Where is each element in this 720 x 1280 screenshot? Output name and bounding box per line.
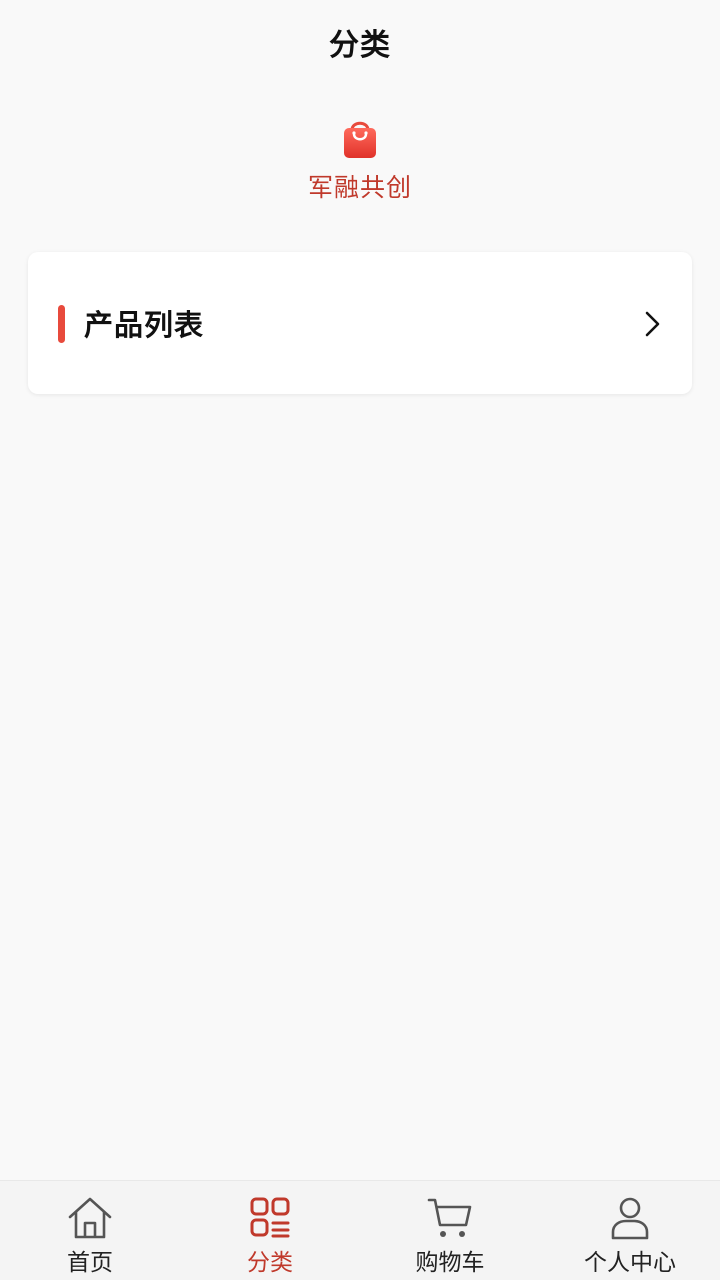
tab-label-home: 首页 bbox=[67, 1250, 113, 1276]
tab-label-profile: 个人中心 bbox=[584, 1250, 676, 1276]
bottom-tab-bar: 首页 分类 购物车 个人中心 bbox=[0, 1180, 720, 1280]
page-title: 分类 bbox=[329, 28, 391, 63]
cart-icon bbox=[427, 1198, 472, 1237]
chevron-right-icon bbox=[645, 311, 660, 337]
product-list-label: 产品列表 bbox=[84, 308, 205, 342]
accent-bar bbox=[58, 305, 65, 343]
tab-home[interactable]: 首页 bbox=[0, 1181, 180, 1280]
tab-profile[interactable]: 个人中心 bbox=[540, 1181, 720, 1280]
tab-cart[interactable]: 购物车 bbox=[360, 1181, 540, 1280]
category-grid-icon bbox=[250, 1197, 290, 1238]
user-icon bbox=[611, 1197, 649, 1240]
home-icon bbox=[68, 1197, 112, 1239]
category-page: 分类 军融共创 产品列表 首页 分类 购物车 个人中心 bbox=[0, 0, 720, 1280]
product-list-entry[interactable]: 产品列表 bbox=[28, 252, 692, 394]
tab-label-category: 分类 bbox=[247, 1250, 293, 1276]
tab-category[interactable]: 分类 bbox=[180, 1181, 360, 1280]
shopping-bag-icon bbox=[344, 121, 376, 158]
category-label: 军融共创 bbox=[307, 173, 412, 202]
header: 分类 bbox=[0, 0, 720, 84]
category-item-junrong[interactable]: 军融共创 bbox=[260, 116, 460, 206]
tab-label-cart: 购物车 bbox=[415, 1250, 485, 1276]
